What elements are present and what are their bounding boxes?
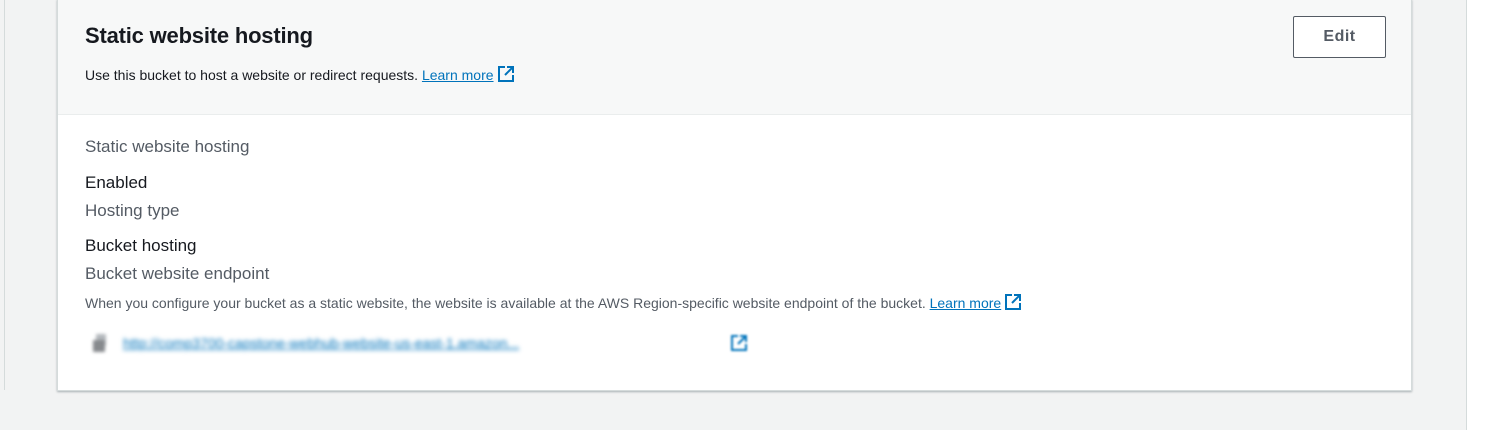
endpoint-url-link[interactable]: http://comp3700-capstone-webhub-website-… xyxy=(123,335,729,351)
panel-description: Use this bucket to host a website or red… xyxy=(85,65,515,83)
panel-title: Static website hosting xyxy=(85,23,313,48)
left-divider xyxy=(4,0,5,390)
edit-button[interactable]: Edit xyxy=(1293,16,1386,58)
static-website-hosting-panel: Static website hosting Use this bucket t… xyxy=(57,0,1412,391)
endpoint-label: Bucket website endpoint xyxy=(85,264,270,283)
panel-header: Static website hosting Use this bucket t… xyxy=(58,0,1411,115)
external-link-icon xyxy=(1005,294,1022,310)
right-scroll-area xyxy=(1466,0,1495,430)
external-link-icon xyxy=(731,335,747,351)
learn-more-label: Learn more xyxy=(421,67,494,83)
learn-more-link[interactable]: Learn more xyxy=(421,66,515,83)
hosting-status-label: Static website hosting xyxy=(85,137,250,156)
endpoint-description: When you configure your bucket as a stat… xyxy=(85,293,1022,311)
endpoint-learn-more-label: Learn more xyxy=(929,295,1002,311)
copy-icon[interactable] xyxy=(91,332,113,354)
endpoint-row: http://comp3700-capstone-webhub-website-… xyxy=(91,332,748,354)
panel-description-text: Use this bucket to host a website or red… xyxy=(85,67,419,83)
hosting-type-value: Bucket hosting xyxy=(85,236,197,255)
endpoint-learn-more-link[interactable]: Learn more xyxy=(929,294,1023,311)
hosting-type-label: Hosting type xyxy=(85,201,180,220)
external-link-icon xyxy=(497,66,514,82)
endpoint-description-text: When you configure your bucket as a stat… xyxy=(85,295,926,311)
hosting-status-value: Enabled xyxy=(85,173,148,192)
